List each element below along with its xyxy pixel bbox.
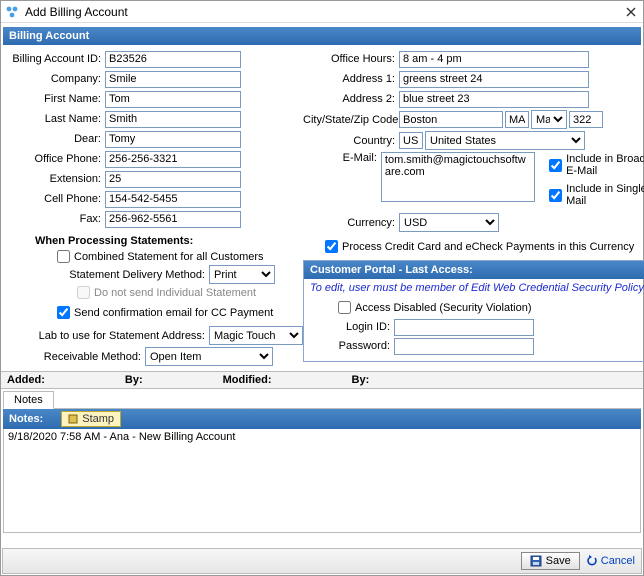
address2-label: Address 2: bbox=[303, 93, 399, 105]
zip-input[interactable] bbox=[569, 111, 603, 128]
company-input[interactable] bbox=[105, 71, 241, 88]
access-disabled-checkbox[interactable] bbox=[338, 301, 351, 314]
save-label: Save bbox=[546, 555, 571, 567]
notes-header: Notes: Stamp bbox=[3, 409, 641, 429]
close-button[interactable] bbox=[623, 4, 639, 20]
save-icon bbox=[530, 555, 542, 567]
no-individual-checkbox bbox=[77, 286, 90, 299]
company-label: Company: bbox=[5, 73, 105, 85]
save-button[interactable]: Save bbox=[521, 552, 580, 570]
password-input[interactable] bbox=[394, 338, 534, 355]
address1-input[interactable] bbox=[399, 71, 589, 88]
first-name-input[interactable] bbox=[105, 91, 241, 108]
combined-statement-label: Combined Statement for all Customers bbox=[74, 251, 264, 263]
email-input[interactable] bbox=[381, 152, 535, 202]
lab-address-select[interactable]: Magic Touch bbox=[209, 326, 303, 345]
office-hours-input[interactable] bbox=[399, 51, 589, 68]
billing-account-header: Billing Account bbox=[3, 27, 641, 45]
combined-statement-checkbox[interactable] bbox=[57, 250, 70, 263]
include-single-checkbox[interactable] bbox=[549, 189, 562, 202]
process-cc-checkbox[interactable] bbox=[325, 240, 338, 253]
country-select[interactable]: United States bbox=[425, 131, 585, 150]
left-column: Billing Account ID: Company: First Name:… bbox=[5, 49, 303, 367]
window-title: Add Billing Account bbox=[25, 5, 623, 19]
office-hours-label: Office Hours: bbox=[303, 53, 399, 65]
receivable-label: Receivable Method: bbox=[5, 351, 145, 363]
billing-id-label: Billing Account ID: bbox=[5, 53, 105, 65]
delivery-method-select[interactable]: Print bbox=[209, 265, 275, 284]
cancel-button[interactable]: Cancel bbox=[586, 555, 635, 567]
form-area: Billing Account ID: Company: First Name:… bbox=[1, 47, 643, 371]
send-confirmation-label: Send confirmation email for CC Payment bbox=[74, 307, 273, 319]
notes-title: Notes: bbox=[9, 413, 43, 425]
right-column: Office Hours: Address 1: Address 2: City… bbox=[303, 49, 644, 367]
fax-label: Fax: bbox=[5, 213, 105, 225]
dear-input[interactable] bbox=[105, 131, 241, 148]
last-name-label: Last Name: bbox=[5, 113, 105, 125]
tab-notes[interactable]: Notes bbox=[3, 391, 54, 409]
notes-body[interactable]: 9/18/2020 7:58 AM - Ana - New Billing Ac… bbox=[3, 429, 641, 533]
app-icon bbox=[5, 5, 19, 19]
modified-by-label: By: bbox=[352, 374, 370, 386]
cell-phone-label: Cell Phone: bbox=[5, 193, 105, 205]
include-broadcast-checkbox[interactable] bbox=[549, 159, 562, 172]
portal-note: To edit, user must be member of Edit Web… bbox=[304, 279, 644, 297]
cancel-label: Cancel bbox=[601, 555, 635, 567]
fax-input[interactable] bbox=[105, 211, 241, 228]
last-name-input[interactable] bbox=[105, 111, 241, 128]
send-confirmation-checkbox[interactable] bbox=[57, 306, 70, 319]
process-cc-label: Process Credit Card and eCheck Payments … bbox=[342, 241, 634, 253]
titlebar: Add Billing Account bbox=[1, 1, 643, 23]
stamp-icon bbox=[68, 414, 78, 424]
state-select[interactable]: Ma: bbox=[531, 110, 567, 129]
lab-address-label: Lab to use for Statement Address: bbox=[5, 330, 209, 342]
processing-header: When Processing Statements: bbox=[35, 235, 303, 247]
address2-input[interactable] bbox=[399, 91, 589, 108]
city-input[interactable] bbox=[399, 111, 503, 128]
undo-icon bbox=[586, 555, 598, 567]
meta-bar: Added: By: Modified: By: bbox=[1, 371, 643, 389]
access-disabled-label: Access Disabled (Security Violation) bbox=[355, 302, 531, 314]
country-label: Country: bbox=[303, 135, 399, 147]
first-name-label: First Name: bbox=[5, 93, 105, 105]
currency-select[interactable]: USD bbox=[399, 213, 499, 232]
include-single-label: Include in Single E-Mail bbox=[566, 183, 644, 207]
office-phone-input[interactable] bbox=[105, 151, 241, 168]
csz-label: City/State/Zip Code: bbox=[303, 114, 399, 126]
include-broadcast-label: Include in Broadcast E-Mail bbox=[566, 153, 644, 177]
billing-id-input[interactable] bbox=[105, 51, 241, 68]
no-individual-label: Do not send Individual Statement bbox=[94, 287, 256, 299]
country-code-input[interactable] bbox=[399, 132, 423, 149]
state-input[interactable] bbox=[505, 111, 529, 128]
stamp-button[interactable]: Stamp bbox=[61, 411, 121, 427]
added-label: Added: bbox=[7, 374, 45, 386]
login-id-input[interactable] bbox=[394, 319, 534, 336]
address1-label: Address 1: bbox=[303, 73, 399, 85]
delivery-method-label: Statement Delivery Method: bbox=[5, 269, 209, 281]
modified-label: Modified: bbox=[223, 374, 272, 386]
login-id-label: Login ID: bbox=[322, 321, 394, 333]
close-icon bbox=[626, 7, 636, 17]
cell-phone-input[interactable] bbox=[105, 191, 241, 208]
email-label: E-Mail: bbox=[303, 152, 381, 164]
notes-entry: 9/18/2020 7:58 AM - Ana - New Billing Ac… bbox=[8, 431, 636, 443]
password-label: Password: bbox=[322, 340, 394, 352]
dear-label: Dear: bbox=[5, 133, 105, 145]
receivable-select[interactable]: Open Item bbox=[145, 347, 273, 366]
added-by-label: By: bbox=[125, 374, 143, 386]
office-phone-label: Office Phone: bbox=[5, 153, 105, 165]
tabs: Notes bbox=[3, 391, 641, 409]
stamp-label: Stamp bbox=[82, 413, 114, 425]
extension-label: Extension: bbox=[5, 173, 105, 185]
currency-label: Currency: bbox=[303, 217, 399, 229]
portal-header: Customer Portal - Last Access: bbox=[304, 261, 644, 279]
extension-input[interactable] bbox=[105, 171, 241, 188]
footer: Save Cancel bbox=[2, 548, 642, 574]
customer-portal-panel: Customer Portal - Last Access: To edit, … bbox=[303, 260, 644, 362]
